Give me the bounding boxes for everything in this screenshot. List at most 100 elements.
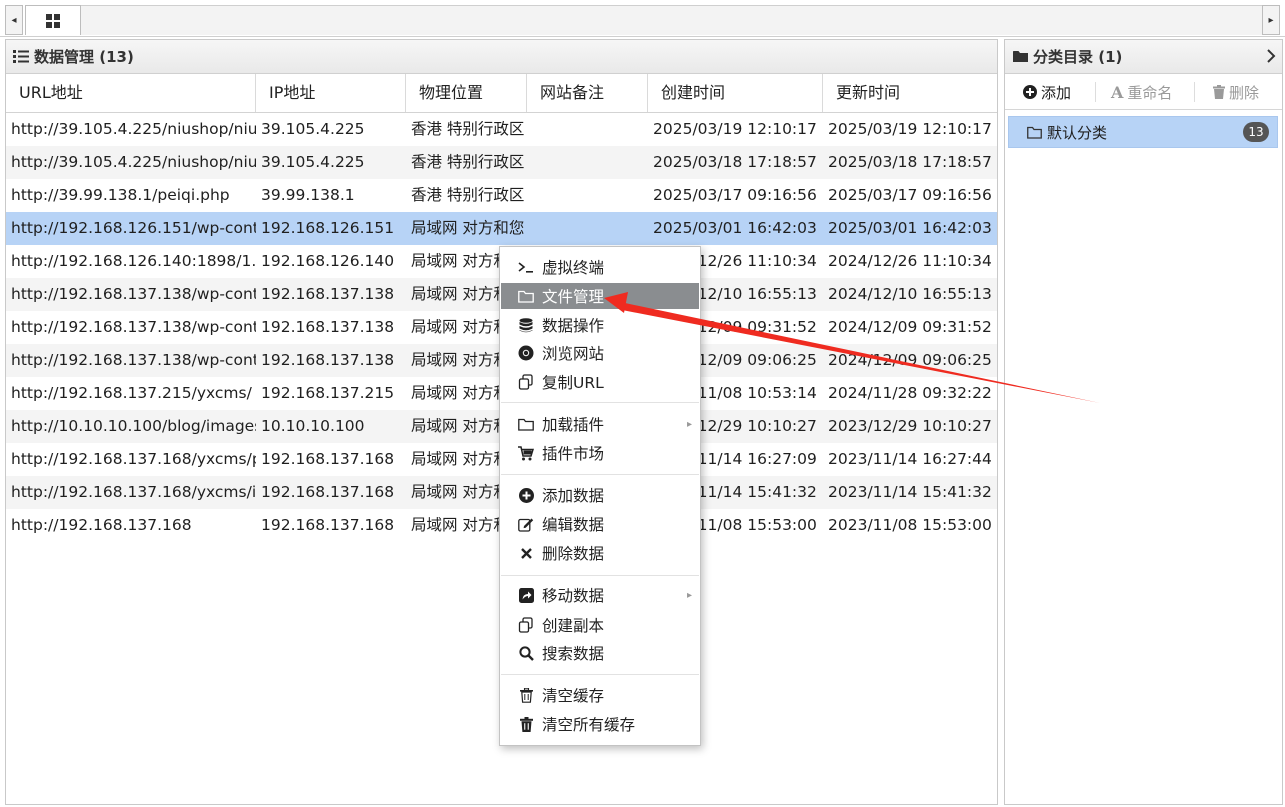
menu-item-label: 数据操作 [542, 317, 605, 335]
cell-created: 2025/03/18 17:18:57 [653, 153, 817, 171]
menu-separator [501, 674, 699, 675]
table-row[interactable]: http://39.99.138.1/peiqi.php 39.99.138.1 香… [6, 179, 997, 212]
cell-updated: 2025/03/17 09:16:56 [828, 186, 992, 204]
menu-separator [501, 575, 699, 576]
delete-category-button[interactable]: 删除 [1213, 74, 1259, 110]
tab-bar: ◂ ▸ [0, 0, 1285, 37]
font-icon: A [1111, 82, 1124, 102]
menu-item-7[interactable]: 插件市场 [501, 440, 699, 466]
cell-note [527, 212, 648, 245]
grid-icon [46, 13, 60, 28]
cell-ip: 192.168.126.151 [261, 219, 395, 237]
table-row[interactable]: http://39.105.4.225/niushop/niushop/39.1… [6, 113, 997, 146]
menu-separator [501, 474, 699, 475]
rename-category-label: 重命名 [1127, 83, 1173, 102]
search-icon [517, 645, 535, 661]
chevron-left-icon: ◂ [11, 14, 17, 26]
column-header-updated[interactable]: 更新时间 [823, 74, 997, 112]
menu-item-label: 创建副本 [542, 617, 605, 635]
menu-separator [501, 402, 699, 403]
cell-created: 2025/03/19 12:10:17 [653, 120, 817, 138]
collapse-chevron-icon[interactable] [1266, 49, 1276, 67]
menu-item-3[interactable]: 数据操作 [501, 312, 699, 338]
folder-outline-icon [1027, 126, 1042, 139]
category-panel: 分类目录 (1) 添加 A 重命名 删除 默认分类 13 [1004, 39, 1283, 805]
copy-icon [517, 374, 535, 390]
plus-circle-icon [517, 487, 535, 503]
cell-ip: 39.99.138.1 [261, 186, 355, 204]
column-header-ip[interactable]: IP地址 [256, 74, 406, 112]
cell-url: http://192.168.137.215/yxcms/ [11, 384, 252, 402]
add-category-label: 添加 [1041, 83, 1072, 102]
menu-item-10[interactable]: 删除数据 [501, 540, 699, 566]
panel-title: 数据管理 (13) [34, 48, 134, 66]
chrome-icon [517, 345, 535, 361]
column-header-location[interactable]: 物理位置 [406, 74, 527, 112]
add-category-button[interactable]: 添加 [1023, 74, 1071, 110]
cell-updated: 2023/11/08 15:53:00 [828, 516, 992, 534]
column-header-url[interactable]: URL地址 [6, 74, 256, 112]
menu-item-14[interactable]: 清空缓存 [501, 682, 699, 708]
menu-item-9[interactable]: 编辑数据 [501, 511, 699, 537]
menu-item-label: 浏览网站 [542, 345, 605, 363]
toolbar-divider [1194, 82, 1195, 102]
cell-updated: 2024/12/09 09:06:25 [828, 351, 992, 369]
submenu-arrow-icon: ▸ [686, 589, 692, 601]
menu-item-15[interactable]: 清空所有缓存 [501, 711, 699, 737]
cell-url: http://39.99.138.1/peiqi.php [11, 186, 230, 204]
column-header-created[interactable]: 创建时间 [648, 74, 823, 112]
rename-category-button[interactable]: A 重命名 [1111, 74, 1172, 110]
menu-item-label: 复制URL [542, 374, 604, 392]
menu-item-4[interactable]: 浏览网站 [501, 340, 699, 366]
menu-item-13[interactable]: 搜索数据 [501, 640, 699, 666]
cell-ip: 192.168.137.138 [261, 351, 395, 369]
cell-ip: 192.168.137.215 [261, 384, 395, 402]
table-row[interactable]: http://192.168.126.151/wp-content/192.16… [6, 212, 997, 245]
category-panel-title: 分类目录 (1) [1033, 48, 1123, 66]
cell-updated: 2023/12/29 10:10:27 [828, 417, 992, 435]
cell-ip: 192.168.137.138 [261, 318, 395, 336]
trash-outline-icon [517, 687, 535, 703]
cell-ip: 192.168.126.140 [261, 252, 395, 270]
menu-item-label: 搜索数据 [542, 645, 605, 663]
cell-url: http://39.105.4.225/niushop/niushop/ [11, 120, 256, 138]
tab-scroll-right-button[interactable]: ▸ [1262, 5, 1280, 35]
category-label: 默认分类 [1047, 123, 1108, 142]
menu-item-label: 文件管理 [542, 288, 605, 306]
cell-created: 2025/03/17 09:16:56 [653, 186, 817, 204]
edit-icon [517, 517, 535, 532]
menu-item-label: 移动数据 [542, 587, 605, 605]
menu-item-8[interactable]: 添加数据 [501, 482, 699, 508]
trash-icon [517, 716, 535, 732]
cell-url: http://192.168.137.138/wp-content/ [11, 318, 256, 336]
column-header-note[interactable]: 网站备注 [527, 74, 648, 112]
cell-updated: 2024/12/09 09:31:52 [828, 318, 992, 336]
menu-item-label: 清空缓存 [542, 687, 605, 705]
menu-item-12[interactable]: 创建副本 [501, 612, 699, 638]
menu-item-2[interactable]: 文件管理 [501, 283, 699, 309]
table-row[interactable]: http://39.105.4.225/niushop/niushop/39.1… [6, 146, 997, 179]
menu-item-5[interactable]: 复制URL [501, 369, 699, 395]
menu-item-1[interactable]: 虚拟终端 [501, 254, 699, 280]
category-item-default[interactable]: 默认分类 13 [1008, 116, 1278, 148]
cell-url: http://192.168.137.168 [11, 516, 192, 534]
cell-location: 局域网 对方和您 [411, 219, 525, 237]
menu-item-6[interactable]: 加载插件 ▸ [501, 411, 699, 437]
menu-item-11[interactable]: 移动数据 ▸ [501, 582, 699, 608]
cell-url: http://192.168.126.140:1898/1.php [11, 252, 256, 270]
folder-open-icon [517, 418, 535, 431]
cell-ip: 39.105.4.225 [261, 153, 365, 171]
tab-scroll-left-button[interactable]: ◂ [5, 5, 23, 35]
menu-item-label: 编辑数据 [542, 516, 605, 534]
cell-url: http://192.168.137.168/yxcms/pro [11, 450, 256, 468]
cell-url: http://192.168.137.138/wp-content/ [11, 285, 256, 303]
cell-created: 2025/03/01 16:42:03 [653, 219, 817, 237]
tab-strip [81, 5, 1262, 35]
menu-item-label: 插件市场 [542, 445, 605, 463]
cell-location: 香港 特别行政区 [411, 186, 525, 204]
tab-home[interactable] [25, 5, 81, 35]
cell-url: http://192.168.137.168/yxcms/ind [11, 483, 256, 501]
menu-item-label: 虚拟终端 [542, 259, 605, 277]
cell-updated: 2025/03/19 12:10:17 [828, 120, 992, 138]
trash-icon [1213, 85, 1225, 99]
